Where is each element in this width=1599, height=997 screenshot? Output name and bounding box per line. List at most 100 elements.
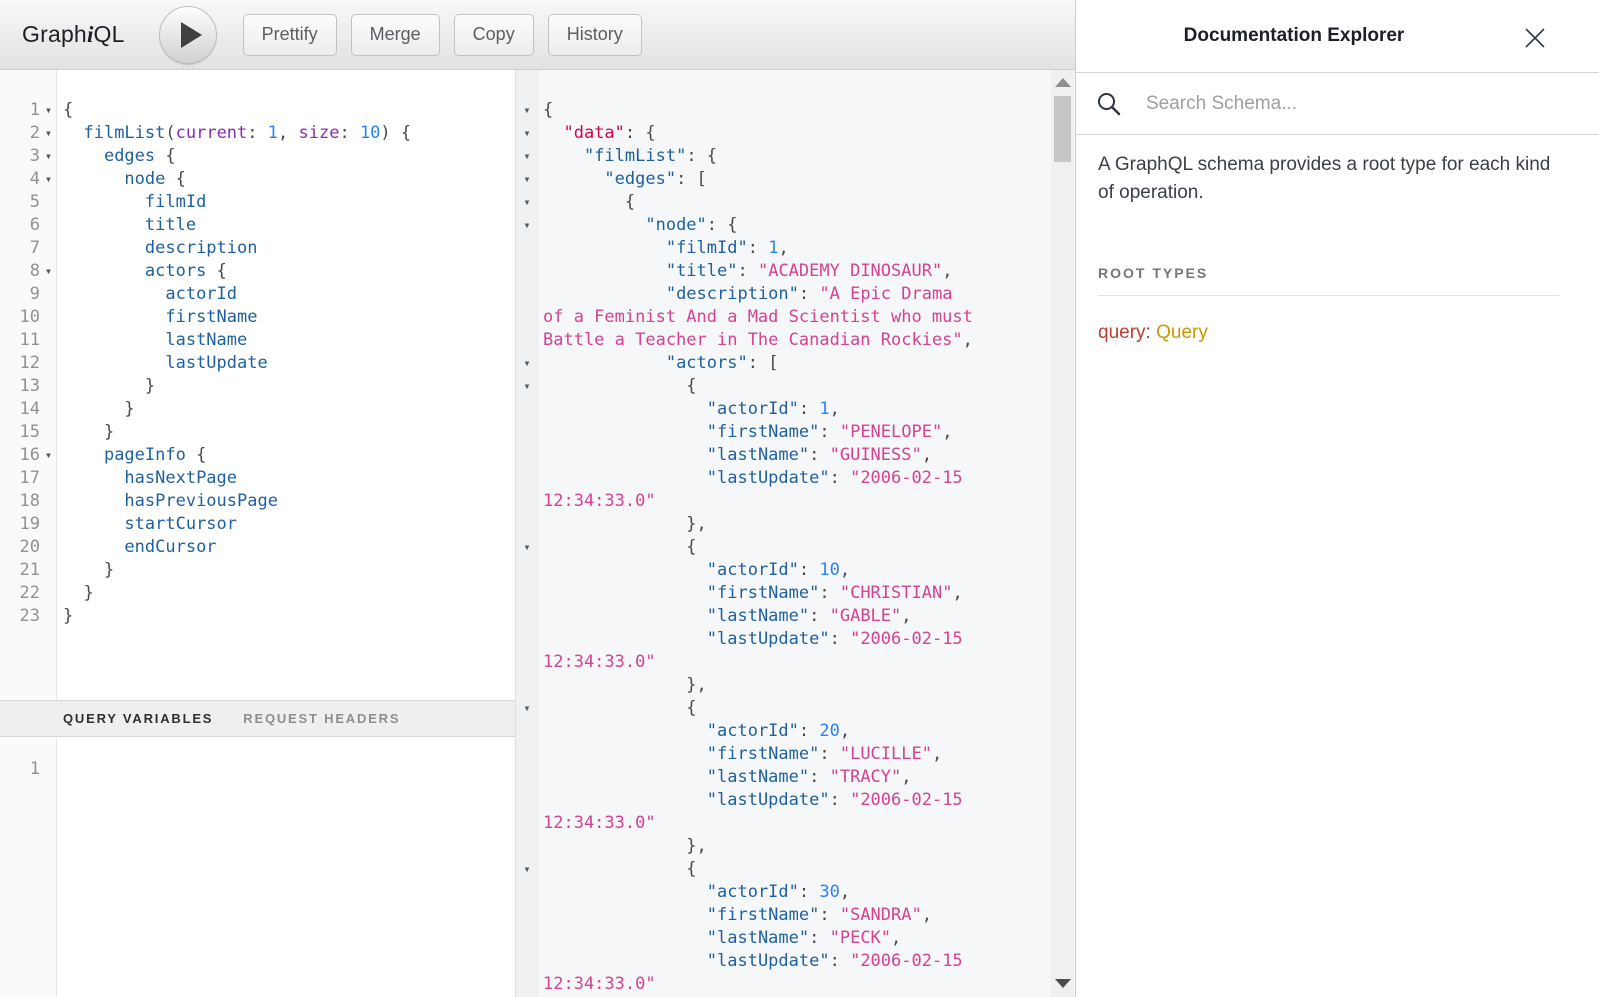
fold-toggle-icon[interactable]: ▾ xyxy=(516,214,538,237)
code-line-text: "lastUpdate": "2006-02-15 xyxy=(538,467,963,490)
fold-toggle-icon[interactable]: ▾ xyxy=(516,697,538,720)
line-number: 21 xyxy=(0,559,40,582)
code-line: 19 startCursor xyxy=(0,513,515,536)
code-line: 8▾ actors { xyxy=(0,260,515,283)
search-schema-input[interactable] xyxy=(1146,93,1526,115)
fold-gutter-spacer xyxy=(516,467,538,490)
line-number: 2 xyxy=(0,122,40,145)
code-line: }, xyxy=(516,513,1075,536)
fold-gutter-spacer xyxy=(516,881,538,904)
tab-request-headers[interactable]: REQUEST HEADERS xyxy=(243,711,400,726)
code-line-text: lastName xyxy=(57,329,247,352)
fold-gutter-spacer xyxy=(516,835,538,858)
code-line: ▾ { xyxy=(516,375,1075,398)
code-line: "lastUpdate": "2006-02-15 xyxy=(516,789,1075,812)
merge-button[interactable]: Merge xyxy=(351,14,440,56)
fold-toggle-icon[interactable]: ▾ xyxy=(40,145,57,168)
code-line-text: "filmId": 1, xyxy=(538,237,789,260)
close-icon[interactable] xyxy=(1523,26,1547,50)
code-line-text: "actorId": 20, xyxy=(538,720,850,743)
fold-toggle-icon[interactable]: ▾ xyxy=(516,168,538,191)
query-keyword-link[interactable]: query xyxy=(1098,322,1146,343)
fold-gutter-spacer xyxy=(40,758,57,781)
variables-editor-code[interactable]: 1 xyxy=(0,758,515,781)
line-number: 5 xyxy=(0,191,40,214)
fold-toggle-icon[interactable]: ▾ xyxy=(40,122,57,145)
code-line: "actorId": 20, xyxy=(516,720,1075,743)
docs-content: A GraphQL schema provides a root type fo… xyxy=(1076,135,1599,344)
copy-button[interactable]: Copy xyxy=(454,14,534,56)
code-line-text: { xyxy=(538,697,697,720)
code-line: 14 } xyxy=(0,398,515,421)
fold-gutter-spacer xyxy=(516,559,538,582)
fold-toggle-icon[interactable]: ▾ xyxy=(40,260,57,283)
code-line: 12 lastUpdate xyxy=(0,352,515,375)
fold-gutter-spacer xyxy=(40,398,57,421)
fold-toggle-icon[interactable]: ▾ xyxy=(516,375,538,398)
scrollbar-up-arrow-icon[interactable] xyxy=(1051,72,1074,92)
execute-query-button[interactable] xyxy=(159,6,217,64)
code-line-text: }, xyxy=(538,674,707,697)
fold-toggle-icon[interactable]: ▾ xyxy=(516,99,538,122)
code-line: 12:34:33.0" xyxy=(516,973,1075,996)
fold-gutter-spacer xyxy=(40,352,57,375)
fold-gutter-spacer xyxy=(516,628,538,651)
query-type-link[interactable]: Query xyxy=(1156,322,1208,343)
code-line: "lastName": "PECK", xyxy=(516,927,1075,950)
code-line: 15 } xyxy=(0,421,515,444)
query-editor-pane[interactable]: 1▾{2▾ filmList(current: 1, size: 10) {3▾… xyxy=(0,70,515,700)
code-line: ▾ "data": { xyxy=(516,122,1075,145)
code-line-text: } xyxy=(57,421,114,444)
fold-toggle-icon[interactable]: ▾ xyxy=(516,858,538,881)
fold-gutter-spacer xyxy=(516,398,538,421)
line-number: 16 xyxy=(0,444,40,467)
code-line: 3▾ edges { xyxy=(0,145,515,168)
fold-gutter-spacer xyxy=(516,237,538,260)
fold-gutter-spacer xyxy=(516,651,538,674)
response-scrollbar[interactable] xyxy=(1051,70,1074,997)
fold-toggle-icon[interactable]: ▾ xyxy=(516,536,538,559)
fold-toggle-icon[interactable]: ▾ xyxy=(516,352,538,375)
code-line: 9 actorId xyxy=(0,283,515,306)
scrollbar-thumb[interactable] xyxy=(1054,96,1071,162)
code-line-text: } xyxy=(57,559,114,582)
code-line-text: } xyxy=(57,605,73,628)
graphiql-app: GraphiQL Prettify Merge Copy History 1▾{… xyxy=(0,0,1599,997)
fold-toggle-icon[interactable]: ▾ xyxy=(516,145,538,168)
fold-gutter-spacer xyxy=(40,214,57,237)
tab-query-variables[interactable]: QUERY VARIABLES xyxy=(63,711,213,726)
secondary-editor-tabbar: QUERY VARIABLES REQUEST HEADERS xyxy=(0,700,515,737)
code-line-text: filmId xyxy=(57,191,206,214)
code-line-text: "data": { xyxy=(538,122,656,145)
code-line: 20 endCursor xyxy=(0,536,515,559)
fold-toggle-icon[interactable]: ▾ xyxy=(516,191,538,214)
code-line-text: firstName xyxy=(57,306,257,329)
code-line: "lastName": "GABLE", xyxy=(516,605,1075,628)
code-line-text: "lastUpdate": "2006-02-15 xyxy=(538,950,963,973)
fold-toggle-icon[interactable]: ▾ xyxy=(40,168,57,191)
code-line: 10 firstName xyxy=(0,306,515,329)
code-line-text: "firstName": "LUCILLE", xyxy=(538,743,942,766)
code-line: "lastName": "GUINESS", xyxy=(516,444,1075,467)
code-line: 11 lastName xyxy=(0,329,515,352)
code-line: 17 hasNextPage xyxy=(0,467,515,490)
line-number: 9 xyxy=(0,283,40,306)
fold-toggle-icon[interactable]: ▾ xyxy=(516,122,538,145)
scrollbar-down-arrow-icon[interactable] xyxy=(1051,973,1074,993)
history-button[interactable]: History xyxy=(548,14,642,56)
fold-toggle-icon[interactable]: ▾ xyxy=(40,444,57,467)
fold-gutter-spacer xyxy=(40,237,57,260)
code-line-text: "edges": [ xyxy=(538,168,707,191)
fold-gutter-spacer xyxy=(516,743,538,766)
query-variables-editor[interactable]: 1 xyxy=(0,738,515,997)
query-editor-code[interactable]: 1▾{2▾ filmList(current: 1, size: 10) {3▾… xyxy=(0,99,515,628)
fold-gutter-spacer xyxy=(40,306,57,329)
code-line-text: } xyxy=(57,582,94,605)
code-line: "firstName": "PENELOPE", xyxy=(516,421,1075,444)
fold-gutter-spacer xyxy=(40,467,57,490)
fold-toggle-icon[interactable]: ▾ xyxy=(40,99,57,122)
code-line: 18 hasPreviousPage xyxy=(0,490,515,513)
line-number: 1 xyxy=(0,99,40,122)
prettify-button[interactable]: Prettify xyxy=(243,14,337,56)
code-line-text: { xyxy=(538,375,697,398)
